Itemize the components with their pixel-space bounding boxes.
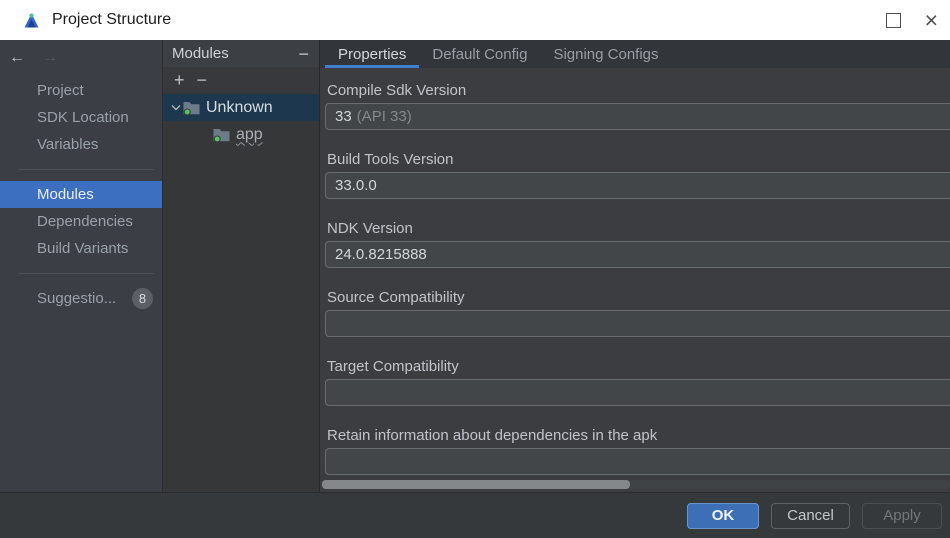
sidebar-item-suggestions[interactable]: Suggestio... 8 [0,285,162,312]
sidebar-divider [18,273,154,274]
close-icon[interactable]: × [925,13,938,28]
sidebar-divider [18,169,154,170]
titlebar: Project Structure × [0,0,950,40]
field-label: NDK Version [327,220,950,238]
field-value-suffix: (API 33) [357,108,412,125]
field-input[interactable]: 24.0.8215888 [325,241,950,268]
tree-node-label: Unknown [206,99,273,117]
apply-button[interactable]: Apply [862,503,942,529]
field-input[interactable]: 33 (API 33) [325,103,950,130]
forward-icon[interactable]: → [42,49,58,67]
field-input[interactable] [325,448,950,475]
module-folder-icon [183,101,200,115]
horizontal-scrollbar-track[interactable] [321,480,950,489]
field-input[interactable]: 33.0.0 [325,172,950,199]
horizontal-scrollbar-thumb[interactable] [322,480,630,489]
ok-button[interactable]: OK [687,503,759,529]
modules-panel-title: Modules [172,45,229,62]
form-field: Retain information about dependencies in… [325,427,950,475]
chevron-down-icon[interactable] [169,104,183,111]
sidebar-item[interactable]: Build Variants [0,235,162,262]
tab[interactable]: Default Config [419,40,540,68]
cancel-button[interactable]: Cancel [771,503,850,529]
footer: OK Cancel Apply [0,492,950,538]
modules-tree: Unknown app [163,93,319,148]
properties-form: Compile Sdk Version 33 (API 33) Build To… [320,68,950,492]
sidebar: ← → ProjectSDK LocationVariables Modules… [0,40,162,492]
sidebar-item[interactable]: Project [0,77,162,104]
field-value: 33.0.0 [335,177,377,194]
form-field: Build Tools Version 33.0.0 [325,151,950,199]
tree-node-root[interactable]: Unknown [163,94,319,121]
android-studio-icon [22,11,41,30]
sidebar-item[interactable]: Modules [0,181,162,208]
field-value: 24.0.8215888 [335,246,427,263]
modules-panel: Modules − + − Unknown [162,40,320,492]
nav-arrows: ← → [0,45,162,71]
tab[interactable]: Signing Configs [540,40,671,68]
remove-module-icon[interactable]: − [197,73,208,87]
field-value: 33 [335,108,352,125]
sidebar-item[interactable]: SDK Location [0,104,162,131]
field-label: Source Compatibility [327,289,950,307]
field-label: Compile Sdk Version [327,82,950,100]
collapse-panel-icon[interactable]: − [298,48,309,60]
field-input[interactable] [325,379,950,406]
tree-node-label: app [236,126,263,144]
form-field: Source Compatibility [325,289,950,337]
content-panel: PropertiesDefault ConfigSigning Configs … [320,40,950,492]
field-label: Build Tools Version [327,151,950,169]
suggestions-count-badge: 8 [132,288,153,309]
field-input[interactable] [325,310,950,337]
sidebar-item[interactable]: Dependencies [0,208,162,235]
module-folder-icon [213,128,230,142]
field-label: Retain information about dependencies in… [327,427,950,445]
add-module-icon[interactable]: + [174,73,185,87]
back-icon[interactable]: ← [9,49,25,67]
sidebar-item[interactable]: Variables [0,131,162,158]
window-title: Project Structure [52,11,171,29]
tabbar: PropertiesDefault ConfigSigning Configs [320,40,950,68]
modules-toolbar: + − [163,67,319,93]
tab[interactable]: Properties [325,40,419,68]
form-field: NDK Version 24.0.8215888 [325,220,950,268]
tree-node-app[interactable]: app [163,121,319,148]
suggestions-label: Suggestio... [37,290,116,307]
project-structure-dialog: Project Structure × ← → ProjectSDK Locat… [0,0,950,538]
maximize-icon[interactable] [886,13,901,28]
field-label: Target Compatibility [327,358,950,376]
form-field: Compile Sdk Version 33 (API 33) [325,82,950,130]
modules-panel-header: Modules − [163,40,319,67]
form-field: Target Compatibility [325,358,950,406]
